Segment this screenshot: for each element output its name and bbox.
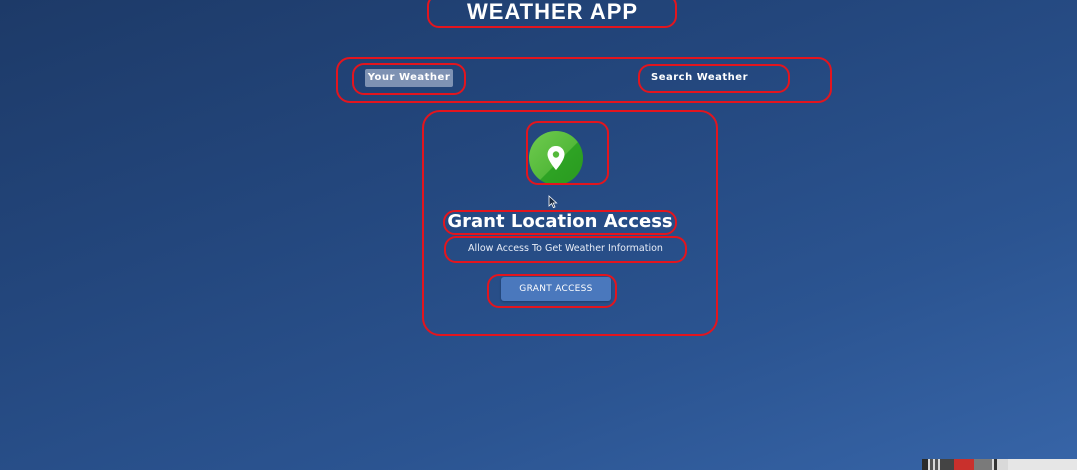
tab-search-weather[interactable]: Search Weather	[651, 69, 748, 87]
tab-your-weather[interactable]: Your Weather	[365, 69, 453, 87]
app-title: WEATHER APP	[466, 0, 639, 24]
grant-location-subtitle: Allow Access To Get Weather Information	[468, 243, 663, 254]
grant-access-button[interactable]: GRANT ACCESS	[501, 277, 611, 301]
taskbar-fragment	[922, 459, 1077, 470]
mouse-cursor-icon	[548, 195, 558, 209]
location-pin-icon	[529, 131, 583, 185]
grant-location-title: Grant Location Access	[447, 211, 673, 232]
